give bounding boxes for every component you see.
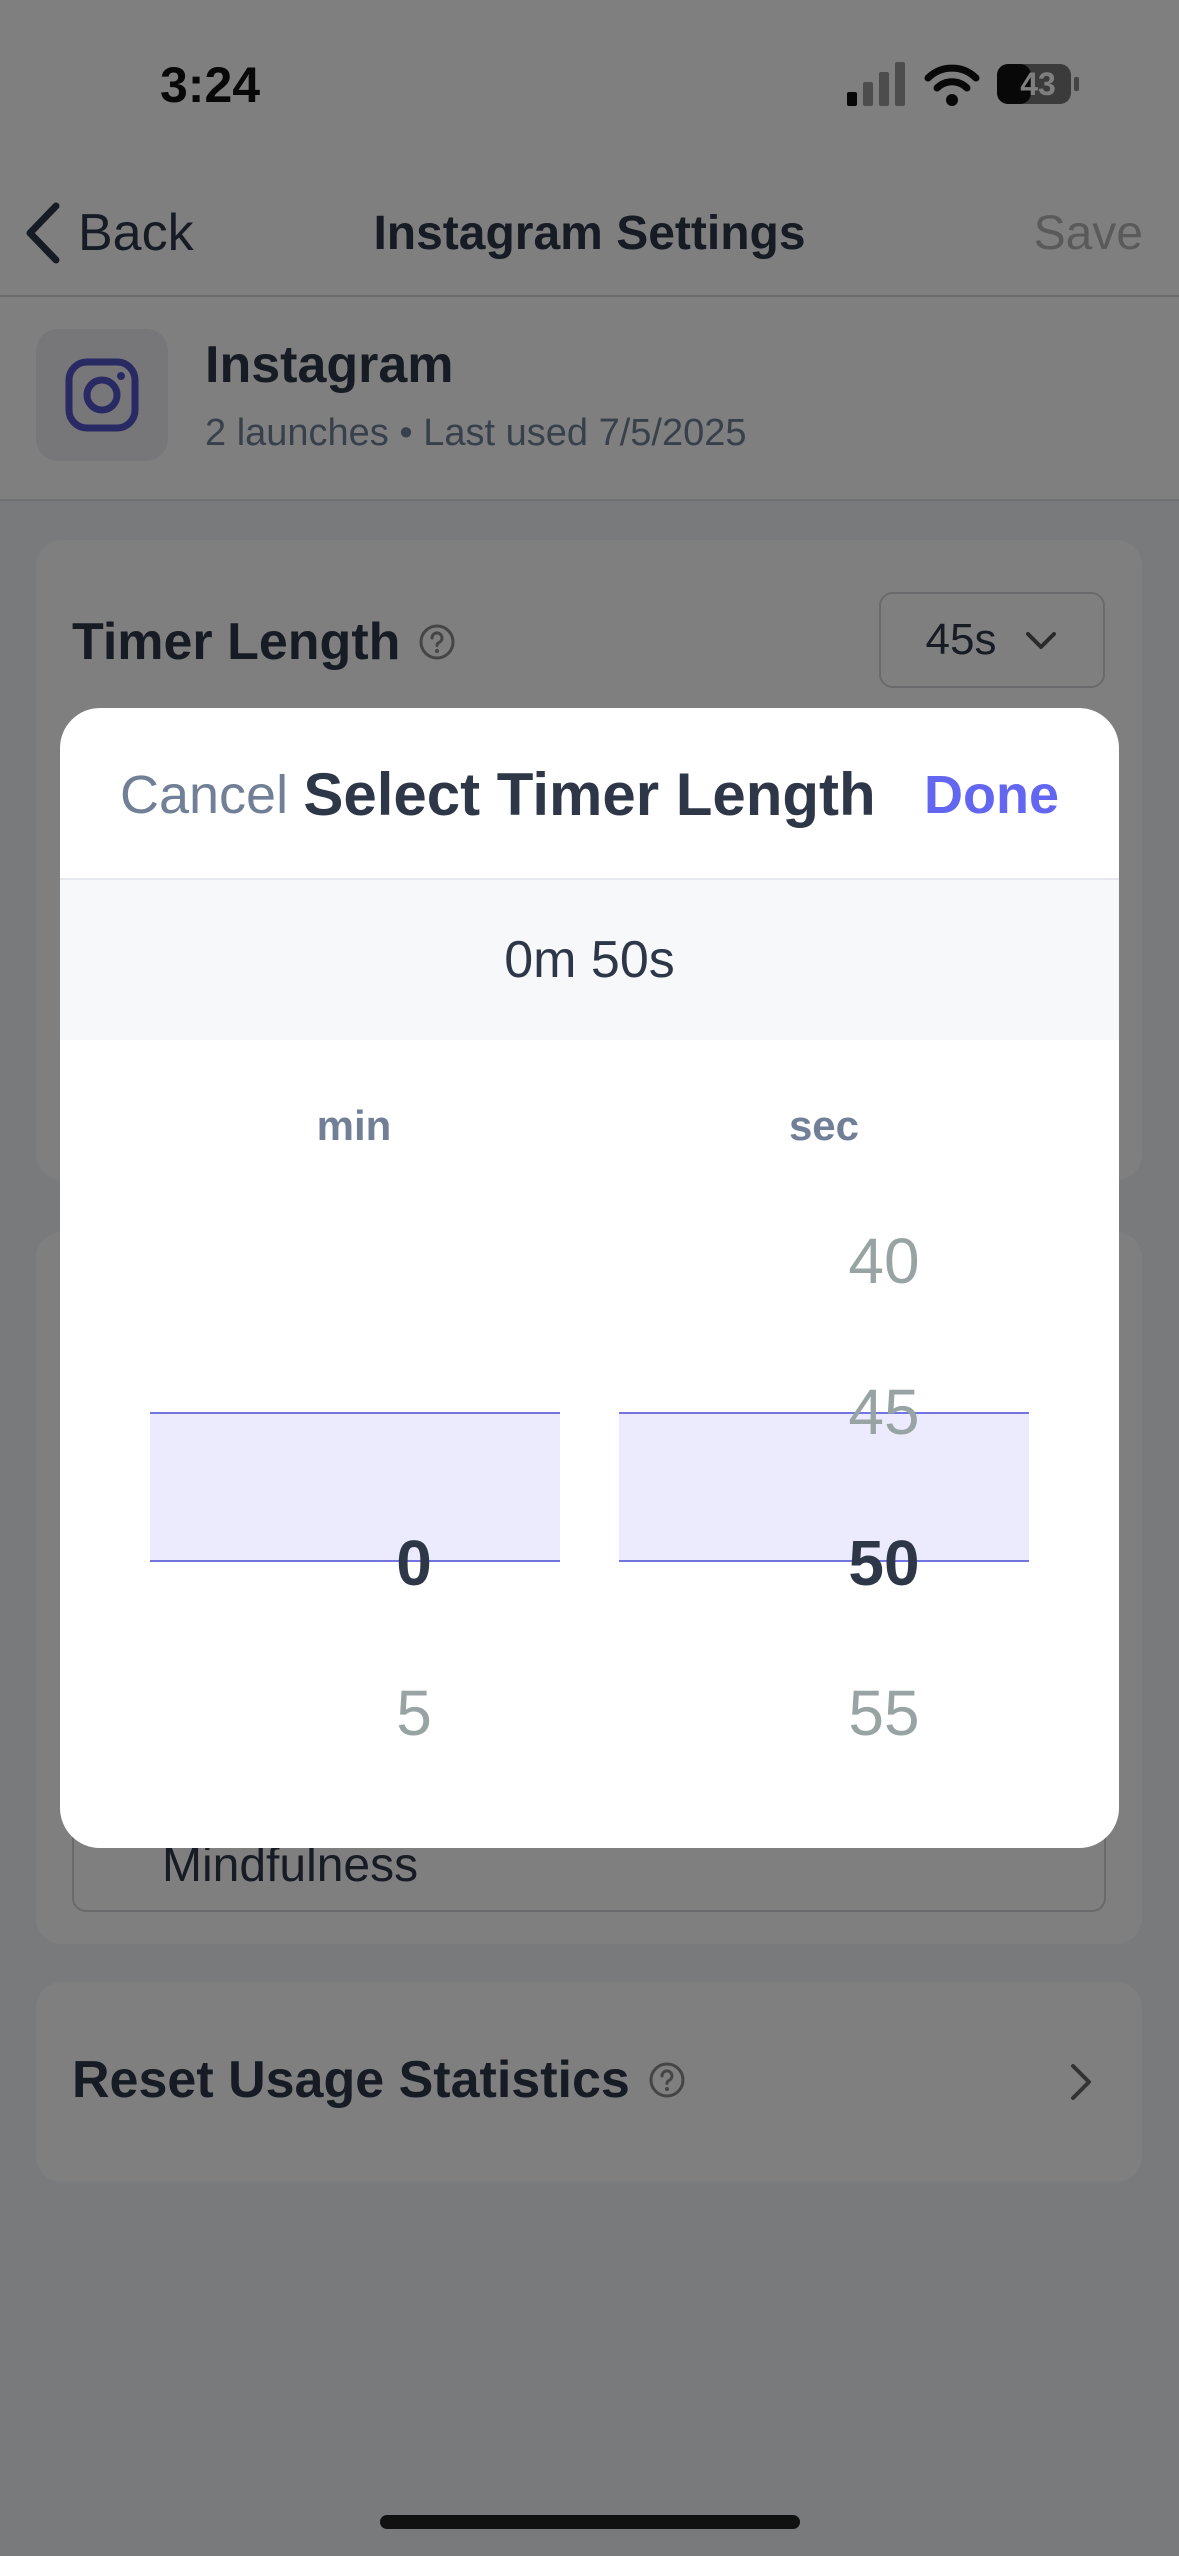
timer-picker-modal: Cancel Select Timer Length Done 0m 50s m… bbox=[60, 708, 1119, 1848]
app-screen: 3:24 43 Back Instagram Settings Save bbox=[0, 0, 1179, 2556]
done-button[interactable]: Done bbox=[924, 764, 1059, 826]
picker-item-min[interactable]: 5 bbox=[314, 1673, 514, 1753]
seconds-column-header: sec bbox=[788, 1102, 860, 1149]
picker-item-sec[interactable]: 55 bbox=[784, 1673, 984, 1753]
picker-item-sec[interactable]: 40 bbox=[784, 1221, 984, 1301]
picker-item-sec[interactable]: 45 bbox=[784, 1372, 984, 1452]
picker-item-sec-selected[interactable]: 50 bbox=[784, 1523, 984, 1603]
picker-item-min-selected[interactable]: 0 bbox=[314, 1523, 514, 1603]
modal-header: Cancel Select Timer Length Done bbox=[60, 708, 1119, 880]
duration-display: 0m 50s bbox=[60, 880, 1119, 1040]
home-indicator[interactable] bbox=[380, 2515, 800, 2529]
minutes-column-header: min bbox=[316, 1102, 392, 1149]
